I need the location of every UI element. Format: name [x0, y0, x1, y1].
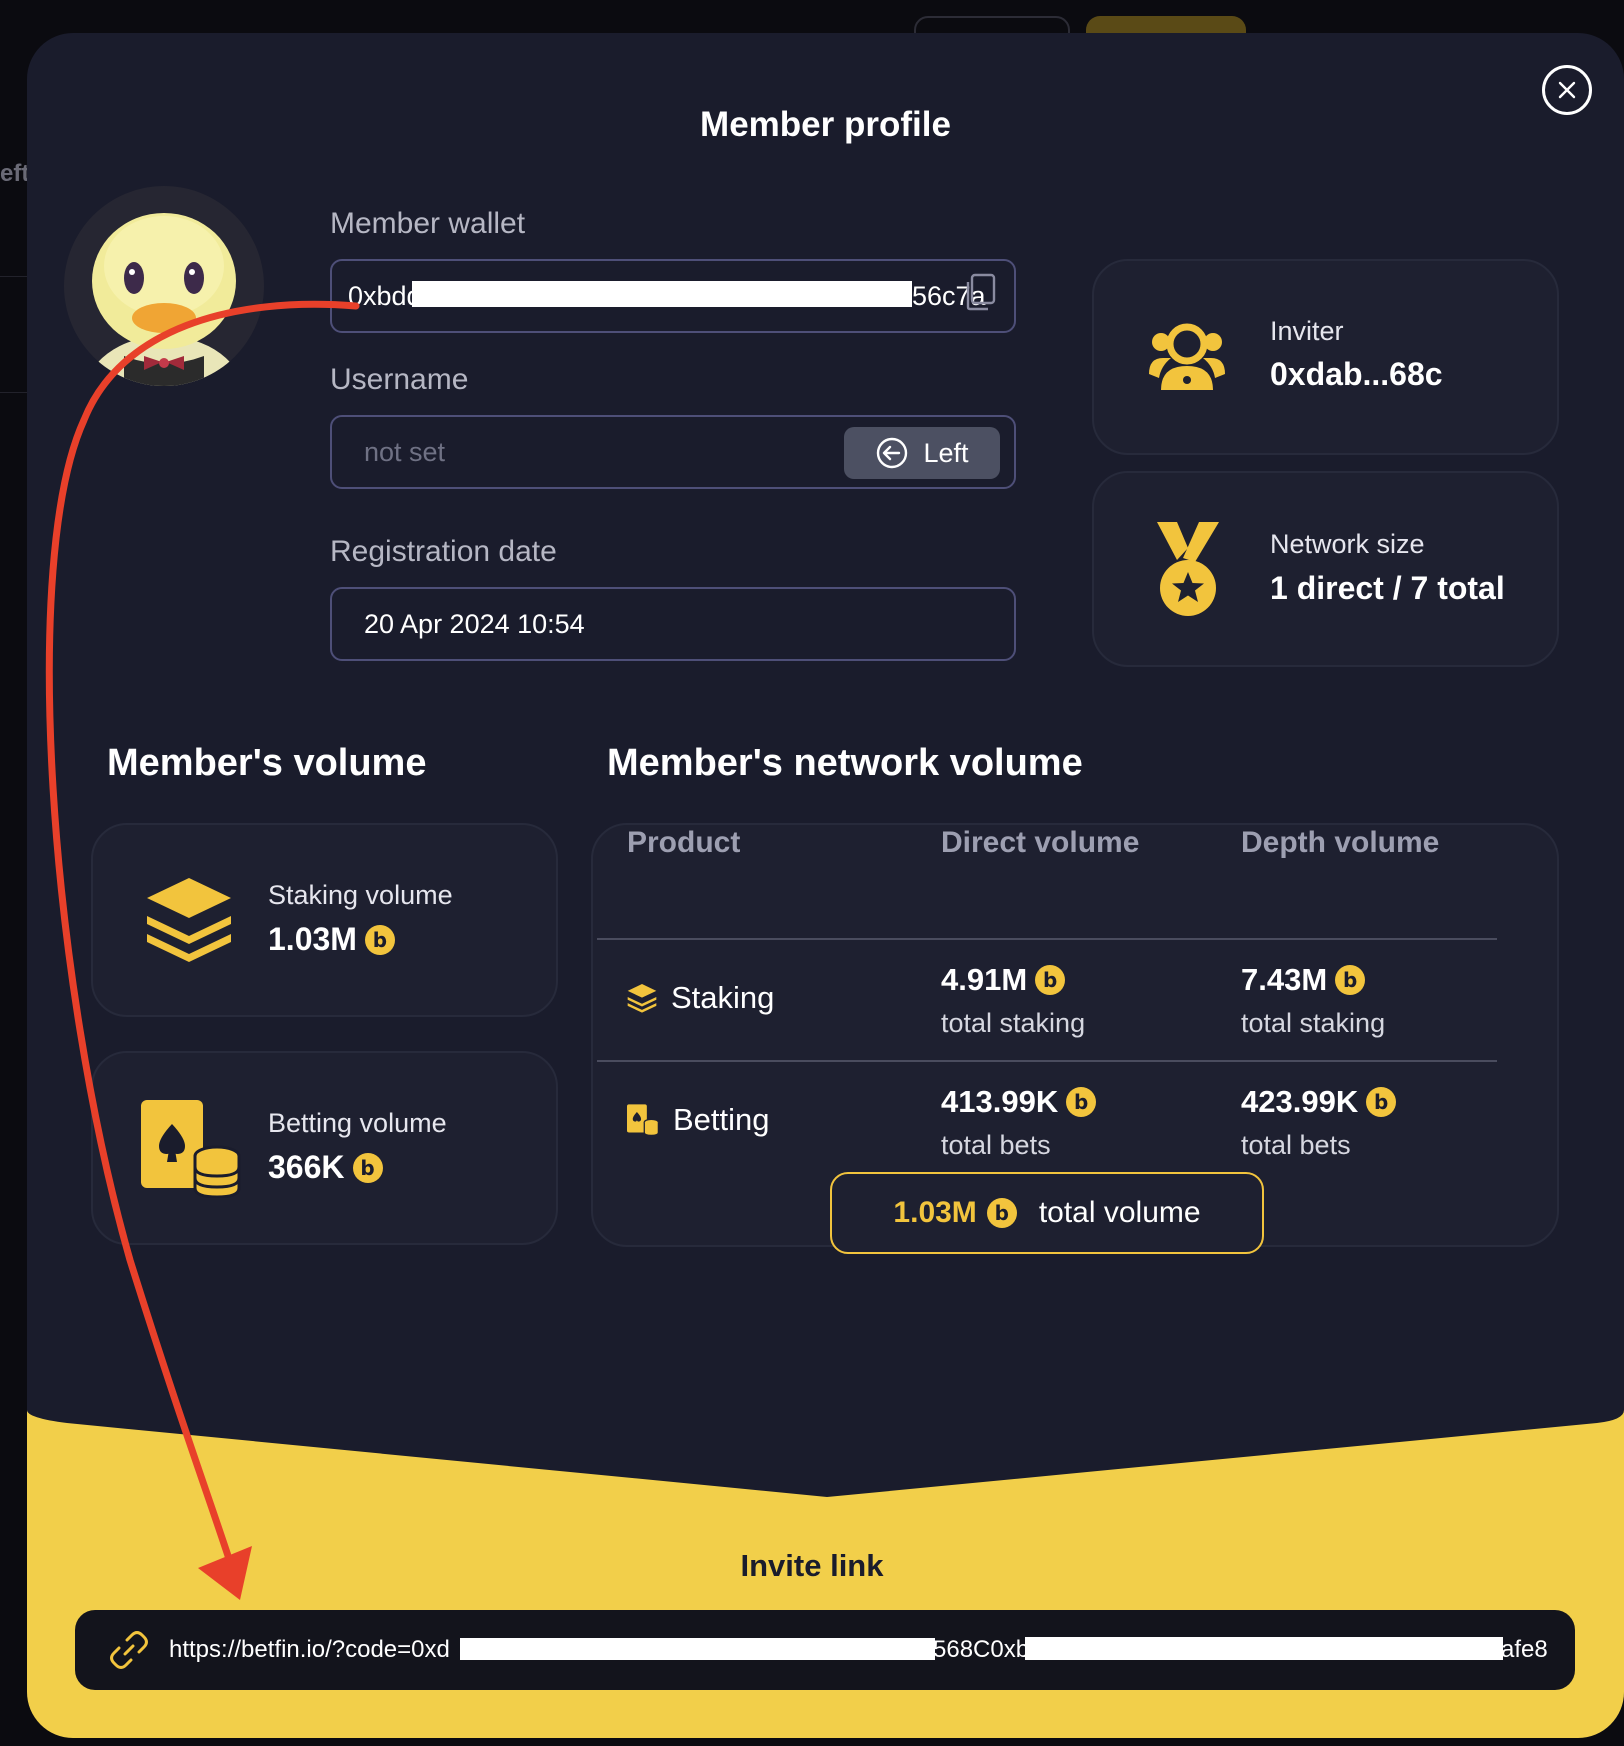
annotation-arrow [45, 300, 360, 1600]
